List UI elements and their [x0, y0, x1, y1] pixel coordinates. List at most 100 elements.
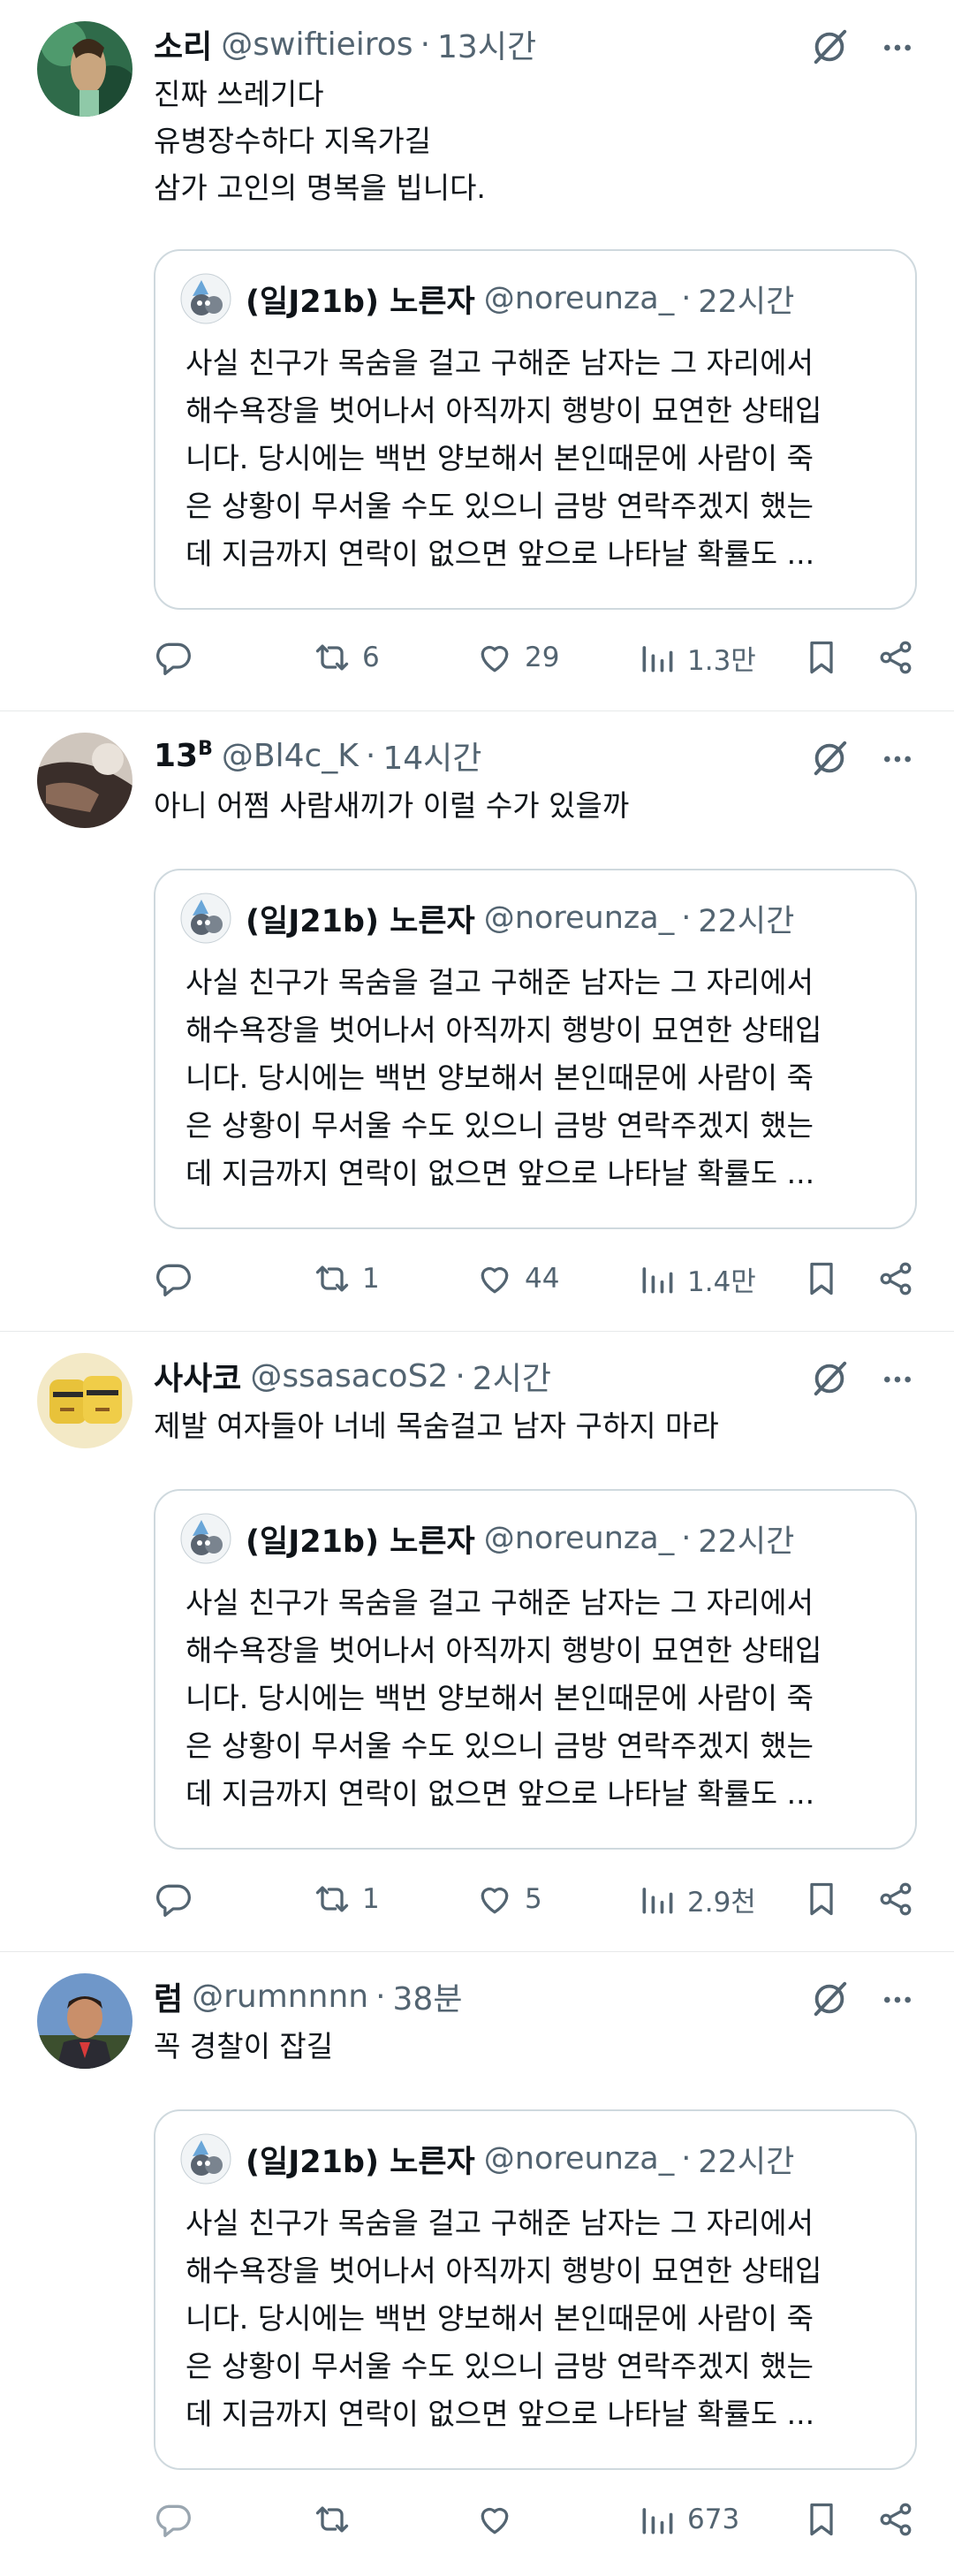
display-name[interactable]: 사사코 [154, 1353, 241, 1399]
quoted-user-handle[interactable]: @noreunza_ [484, 900, 674, 936]
views-count: 1.4만 [687, 1265, 756, 1298]
display-name[interactable]: 럼 [154, 1973, 183, 2019]
quoted-post[interactable]: (일J21b) 노른자 @noreunza_ · 22시간 사실 친구가 목숨을… [154, 869, 917, 1229]
timestamp[interactable]: 13시간 [437, 21, 536, 67]
retweet-button[interactable] [313, 2493, 362, 2546]
quoted-text-line: 은 상황이 무서울 수도 있으니 금방 연락주겠지 했는 [186, 1729, 814, 1763]
quoted-user-handle[interactable]: @noreunza_ [484, 281, 674, 316]
quoted-text-line: 사실 친구가 목숨을 걸고 구해준 남자는 그 자리에서 [186, 1585, 814, 1620]
reply-feed: 소리 @swiftieiros · 13시간 진짜 쓰레기다 유병장수하다 지옥… [0, 0, 954, 2576]
reply-post[interactable]: 13B @Bl4c_K · 14시간 아니 어쩜 사람새끼가 이럴 수가 있을까 [0, 711, 954, 1332]
user-handle[interactable]: @rumnnnn [192, 1979, 368, 2015]
like-button[interactable] [475, 2493, 525, 2546]
like-button[interactable]: 5 [475, 1873, 542, 1926]
quoted-display-name[interactable]: (일J21b) 노른자 [246, 896, 475, 941]
user-handle[interactable]: @ssasacoS2 [250, 1358, 448, 1394]
quoted-timestamp[interactable]: 22시간 [698, 2137, 794, 2182]
more-icon[interactable] [878, 1362, 917, 1397]
quoted-text-line: 해수욕장을 벗어나서 아직까지 행방이 묘연한 상태입 [186, 393, 822, 428]
display-name[interactable]: 13B [154, 738, 213, 774]
reply-button[interactable] [154, 2493, 203, 2546]
bookmark-button[interactable] [802, 2493, 841, 2546]
bookmark-button[interactable] [802, 631, 841, 684]
more-icon[interactable] [878, 741, 917, 777]
quoted-post[interactable]: (일J21b) 노른자 @noreunza_ · 22시간 사실 친구가 목숨을… [154, 249, 917, 610]
views-button[interactable]: 1.3만 [638, 631, 756, 684]
grok-icon[interactable] [809, 1979, 850, 2019]
post-text-line: 아니 어쩜 사람새끼가 이럴 수가 있을까 [154, 788, 630, 823]
share-button[interactable] [876, 1873, 915, 1926]
quoted-post-text: 사실 친구가 목숨을 걸고 구해준 남자는 그 자리에서 해수욕장을 벗어나서 … [186, 2200, 894, 2438]
quoted-display-name[interactable]: (일J21b) 노른자 [246, 2137, 475, 2182]
separator-dot: · [681, 281, 692, 316]
grok-icon[interactable] [809, 27, 850, 67]
quoted-post[interactable]: (일J21b) 노른자 @noreunza_ · 22시간 사실 친구가 목숨을… [154, 2109, 917, 2470]
quoted-post[interactable]: (일J21b) 노른자 @noreunza_ · 22시간 사실 친구가 목숨을… [154, 1489, 917, 1850]
action-bar: 1 44 1.4만 [154, 1252, 917, 1305]
bookmark-button[interactable] [802, 1252, 841, 1305]
share-button[interactable] [876, 1252, 915, 1305]
quoted-display-name[interactable]: (일J21b) 노른자 [246, 1516, 475, 1562]
quoted-timestamp[interactable]: 22시간 [698, 277, 794, 322]
quoted-text-line: 은 상황이 무서울 수도 있으니 금방 연락주겠지 했는 [186, 1108, 814, 1143]
quoted-user-handle[interactable]: @noreunza_ [484, 1521, 674, 1556]
share-button[interactable] [876, 631, 915, 684]
quoted-avatar [180, 1513, 231, 1564]
display-name[interactable]: 소리 [154, 21, 212, 67]
avatar[interactable] [37, 733, 132, 828]
retweet-icon [315, 1265, 349, 1292]
quoted-post-header: (일J21b) 노른자 @noreunza_ · 22시간 [180, 273, 897, 324]
quoted-text-line: 은 상황이 무서울 수도 있으니 금방 연락주겠지 했는 [186, 2349, 814, 2383]
share-icon [880, 1882, 912, 1916]
post-header: 럼 @rumnnnn · 38분 [154, 1972, 822, 2021]
quoted-post-text: 사실 친구가 목숨을 걸고 구해준 남자는 그 자리에서 해수욕장을 벗어나서 … [186, 959, 894, 1197]
like-icon [481, 2507, 509, 2534]
reply-post[interactable]: 사사코 @ssasacoS2 · 2시간 제발 여자들아 너네 목숨걸고 남자 … [0, 1332, 954, 1952]
views-count: 673 [687, 2504, 740, 2535]
quoted-timestamp[interactable]: 22시간 [698, 1516, 794, 1562]
like-button[interactable]: 44 [475, 1252, 559, 1305]
avatar[interactable] [37, 21, 132, 117]
timestamp[interactable]: 38분 [393, 1973, 463, 2019]
reply-button[interactable] [154, 1873, 203, 1926]
like-count: 44 [525, 1263, 560, 1295]
more-icon[interactable] [878, 1982, 917, 2017]
quoted-text-line: 사실 친구가 목숨을 걸고 구해준 남자는 그 자리에서 [186, 2206, 814, 2240]
share-icon [880, 641, 912, 674]
avatar[interactable] [37, 1353, 132, 1448]
post-header: 소리 @swiftieiros · 13시간 [154, 19, 822, 69]
reply-post[interactable]: 소리 @swiftieiros · 13시간 진짜 쓰레기다 유병장수하다 지옥… [0, 0, 954, 711]
timestamp[interactable]: 2시간 [473, 1353, 551, 1399]
quoted-timestamp[interactable]: 22시간 [698, 896, 794, 941]
views-button[interactable]: 1.4만 [638, 1252, 756, 1305]
retweet-button[interactable]: 1 [313, 1873, 380, 1926]
like-icon [481, 1887, 509, 1914]
retweet-button[interactable]: 1 [313, 1252, 380, 1305]
quoted-post-header: (일J21b) 노른자 @noreunza_ · 22시간 [180, 2133, 897, 2185]
reply-button[interactable] [154, 1252, 203, 1305]
share-button[interactable] [876, 2493, 915, 2546]
quoted-text-line: 은 상황이 무서울 수도 있으니 금방 연락주겠지 했는 [186, 489, 814, 523]
timestamp[interactable]: 14시간 [382, 733, 481, 779]
quoted-post-text: 사실 친구가 목숨을 걸고 구해준 남자는 그 자리에서 해수욕장을 벗어나서 … [186, 339, 894, 578]
avatar[interactable] [37, 1973, 132, 2069]
views-button[interactable]: 673 [638, 2493, 739, 2546]
reply-post[interactable]: 럼 @rumnnnn · 38분 꼭 경찰이 잡길 (일J21b) 노른자 @n… [0, 1952, 954, 2576]
action-bar: 1 5 2.9천 [154, 1873, 917, 1926]
separator-dot: · [681, 2141, 692, 2177]
retweet-button[interactable]: 6 [313, 631, 380, 684]
share-icon [880, 2503, 912, 2536]
user-handle[interactable]: @Bl4c_K [222, 738, 359, 774]
grok-icon[interactable] [809, 738, 850, 779]
quoted-display-name[interactable]: (일J21b) 노른자 [246, 277, 475, 322]
like-button[interactable]: 29 [475, 631, 559, 684]
reply-button[interactable] [154, 631, 203, 684]
user-handle[interactable]: @swiftieiros [221, 27, 413, 63]
views-button[interactable]: 2.9천 [638, 1873, 756, 1926]
grok-icon[interactable] [809, 1358, 850, 1399]
more-icon[interactable] [878, 30, 917, 65]
bookmark-button[interactable] [802, 1873, 841, 1926]
separator-dot: · [455, 1357, 466, 1394]
quoted-user-handle[interactable]: @noreunza_ [484, 2141, 674, 2177]
views-count: 1.3만 [687, 644, 756, 677]
